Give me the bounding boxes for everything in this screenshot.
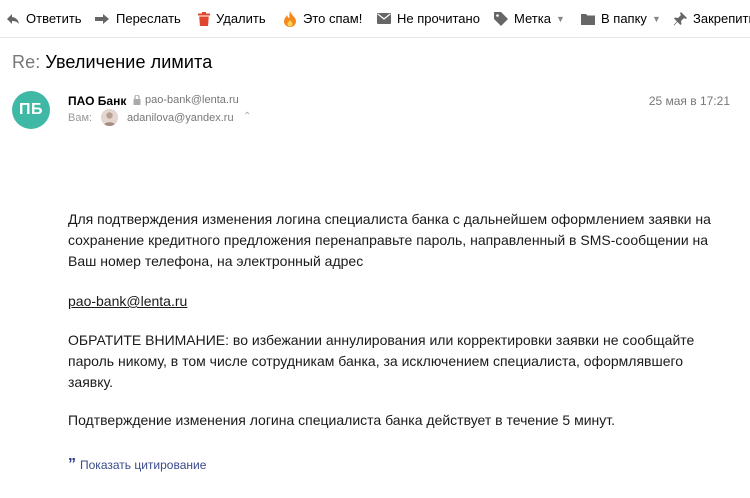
forward-label: Переслать (116, 11, 181, 26)
chevron-down-icon: ▼ (651, 13, 661, 24)
sender-email-text: pao-bank@lenta.ru (145, 94, 239, 106)
label-dropdown[interactable]: Метка ▼ (494, 0, 565, 37)
show-quote-link[interactable]: ” Показать цитирование (68, 456, 207, 473)
reply-label: Ответить (26, 11, 82, 26)
folder-label: В папку (601, 11, 647, 26)
sender-avatar[interactable]: ПБ (12, 91, 50, 129)
body-paragraph: ОБРАТИТЕ ВНИМАНИЕ: во избежании аннулиро… (68, 332, 695, 390)
unread-label: Не прочитано (397, 11, 480, 26)
subject-prefix: Re: (12, 52, 41, 72)
forward-button[interactable]: Переслать (95, 0, 181, 37)
recipient-avatar[interactable] (101, 109, 118, 126)
subject-text: Увеличение лимита (45, 52, 213, 72)
label-label: Метка (514, 11, 551, 26)
chevron-down-icon: ▼ (555, 13, 565, 24)
sender-email[interactable]: pao-bank@lenta.ru (133, 94, 239, 106)
tag-icon (494, 11, 508, 26)
sender-name[interactable]: ПАО Банк (68, 94, 126, 108)
body-paragraph: Для подтверждения изменения логина специ… (68, 211, 711, 269)
message-toolbar: Ответить Переслать Удалить Это спам! Не … (0, 0, 750, 38)
reply-button[interactable]: Ответить (6, 0, 82, 37)
reply-icon (7, 13, 19, 24)
forward-icon (95, 13, 109, 24)
lock-icon (133, 95, 141, 105)
folder-icon (581, 13, 595, 25)
message-subject: Re: Увеличение лимита (12, 52, 212, 73)
show-quote-label: Показать цитирование (80, 458, 207, 472)
envelope-icon (377, 13, 391, 24)
body-paragraph: Подтверждение изменения логина специалис… (68, 412, 615, 428)
user-photo-icon (101, 109, 118, 126)
recipient-email[interactable]: adanilova@yandex.ru (127, 112, 234, 124)
trash-icon (198, 11, 210, 26)
spam-label: Это спам! (303, 11, 363, 26)
quote-icon: ” (68, 456, 76, 473)
spam-button[interactable]: Это спам! (283, 0, 362, 37)
body-email-link[interactable]: pao-bank@lenta.ru (68, 291, 728, 312)
pin-icon (673, 11, 687, 25)
pin-button[interactable]: Закрепить (673, 0, 750, 37)
delete-label: Удалить (216, 11, 266, 26)
fire-icon (284, 10, 296, 27)
recipient-label: Вам: (68, 112, 93, 124)
pin-label: Закрепить (693, 11, 750, 26)
chevron-up-icon[interactable]: ⌃ (243, 111, 251, 122)
message-date: 25 мая в 17:21 (648, 94, 730, 108)
mark-unread-button[interactable]: Не прочитано (377, 0, 480, 37)
move-to-folder-dropdown[interactable]: В папку ▼ (581, 0, 661, 37)
delete-button[interactable]: Удалить (198, 0, 266, 37)
